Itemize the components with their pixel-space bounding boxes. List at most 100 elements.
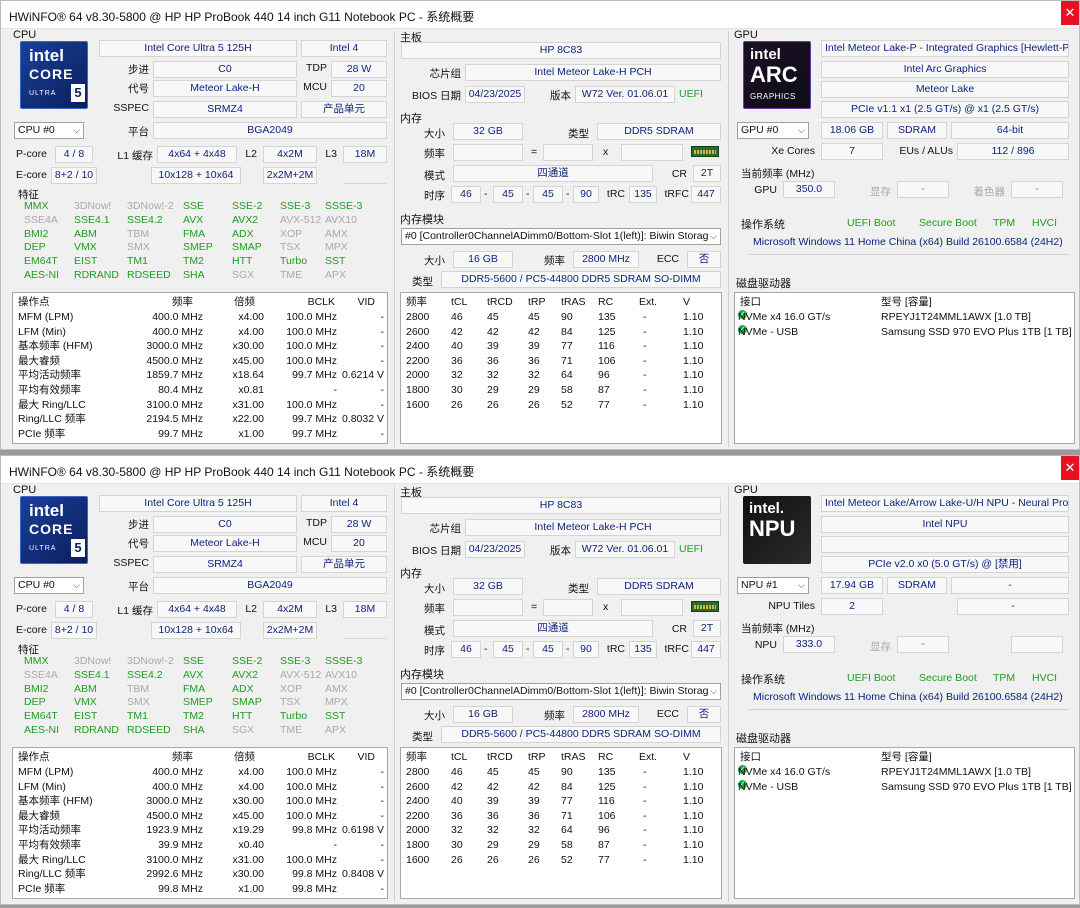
memory-timings-table: 频率 tCL tRCD tRP tRAS RC Ext. V 2800 46 45 45 90 135-1… [400,747,722,899]
table-cell: 29 [487,839,499,851]
table-cell: - [380,340,385,353]
table-cell: - [643,839,647,851]
panel-divider [394,31,395,447]
table-cell: 30 [451,384,463,396]
table-header: 接口 型号 [容量] [735,295,1074,310]
cr-label: CR [671,623,687,635]
prod-unit-button[interactable]: 产品单元 [301,556,387,573]
mem-size: 32 GB [453,123,523,140]
module-size: 16 GB [453,251,513,268]
table-cell: 2400 [406,340,430,353]
disk-interface-text: NVMe x4 16.0 GT/s [738,311,831,323]
table-cell: MFM (LPM) [18,311,74,323]
close-button[interactable]: ✕ [1061,456,1079,480]
table-cell: 2992.6 MHz [146,868,203,881]
table-cell: 2400 [406,795,430,808]
cpu-feature: VMX [74,696,97,709]
prod-unit-button[interactable]: 产品单元 [301,101,387,118]
cpu-feature: AVX10 [325,668,357,681]
table-row: 平均活动频率 1923.9 MHz x19.29 99.8 MHz 0.6198 V [13,823,387,838]
cpu-feature: AMX [325,227,348,240]
logo-ultra-text: ULTRA [29,90,57,97]
column-header: 型号 [容量] [881,751,932,763]
mcu-label: MCU [303,536,327,548]
table-cell: 135 [598,311,616,323]
gpu-logo-top: intel [750,46,781,63]
logo-intel-text: intel [29,46,64,65]
uefi-boot: UEFI Boot [847,672,896,684]
table-row: LFM (Min) 400.0 MHz x4.00 100.0 MHz - [13,780,387,795]
mem-freq [453,144,523,161]
cpu-feature: APX [325,724,347,736]
table-row: 1600 26 26 26 52 77 - 1.10 [401,853,721,868]
chevron-down-icon: ⌵ [73,580,80,590]
timing-tras: 90 [573,186,599,203]
gpu-logo: intel. NPU [743,496,811,564]
table-row: ✓ NVMe - USB Samsung SSD 970 EVO Plus 1TB … [735,324,1074,340]
cpu-feature: SGX [232,724,255,736]
table-row: MFM (LPM) 400.0 MHz x4.00 100.0 MHz - [13,765,387,780]
table-cell: - [643,384,647,396]
cpu-feature: 3DNow!-2 [127,200,174,212]
cpu-selector[interactable]: CPU #0 ⌵ [14,577,84,594]
table-cell: 36 [451,354,463,367]
cpu-tdp: 28 W [331,61,387,78]
gpu-bus: 64-bit [951,122,1069,139]
timing-tcl: 46 [451,186,481,203]
table-cell: x31.00 [232,853,264,866]
timing-trp: 45 [533,186,563,203]
column-header: 频率 [406,751,427,763]
cpu-feature: SSE4.1 [74,213,110,226]
table-cell: 4500.0 MHz [146,809,203,822]
cpu-selector[interactable]: CPU #0 ⌵ [14,122,84,139]
column-header: V [683,296,691,308]
module-selector[interactable]: #0 [Controller0ChannelADimm0/Bottom-Slot… [401,228,721,245]
table-cell: 2200 [406,354,430,367]
table-cell: 0.6214 V [341,369,384,382]
table-cell: 400.0 MHz [152,311,203,323]
os-section-label: 操作系统 [741,674,785,686]
hwinfo-window: HWiNFO® 64 v8.30-5800 @ HP HP ProBook 44… [0,455,1080,905]
cpu-feature: 3DNow! [74,655,112,667]
table-header: 频率 tCL tRCD tRP tRAS RC Ext. V [401,295,721,310]
tpm: TPM [993,217,1015,229]
table-cell: 32 [528,824,540,837]
table-cell: 84 [561,325,573,338]
gpu-logo-top: intel. [749,500,785,517]
cpu-sspec: SRMZ4 [153,101,297,118]
module-freq: 2800 MHz [573,251,639,268]
table-cell: 45 [528,311,540,323]
cpu-feature: FMA [183,682,206,695]
cpu-feature: EIST [74,255,98,268]
timing-trc: 135 [629,186,657,203]
table-cell: 400.0 MHz [152,780,203,793]
cpu-feature: MPX [325,241,348,254]
column-header: 频率 [172,751,193,763]
table-cell: - [643,311,647,323]
table-cell: 1.10 [683,809,704,822]
column-header: V [683,751,691,763]
table-cell: - [643,824,647,837]
gpu-selector[interactable]: GPU #0 ⌵ [737,122,809,139]
table-cell: 1600 [406,853,430,866]
table-row: ✓ NVMe x4 16.0 GT/s RPEYJ1T24MML1AWX [1.0 … [735,765,1074,780]
memory-modules-section-label: 内存模块 [400,669,444,681]
table-cell: 71 [561,354,573,367]
close-button[interactable]: ✕ [1061,1,1079,25]
table-cell: 32 [487,824,499,837]
column-header: tRP [528,296,546,308]
cpu-mcu: 20 [331,535,387,552]
column-header: RC [598,296,614,308]
sspec-label: SSPEC [113,557,149,569]
module-selector[interactable]: #0 [Controller0ChannelADimm0/Bottom-Slot… [401,683,721,700]
table-cell: 100.0 MHz [286,766,337,778]
cpu-feature: Turbo [280,710,308,723]
table-cell: 0.6198 V [341,824,384,837]
gpu-name3 [821,536,1069,553]
gpu-selector[interactable]: NPU #1 ⌵ [737,577,809,594]
table-cell: 90 [561,766,573,778]
stepping-label: 步进 [128,519,149,531]
mb-chipset: Intel Meteor Lake-H PCH [465,64,721,81]
table-cell: 32 [487,369,499,382]
ecore-count: 8+2 / 10 [51,622,97,639]
